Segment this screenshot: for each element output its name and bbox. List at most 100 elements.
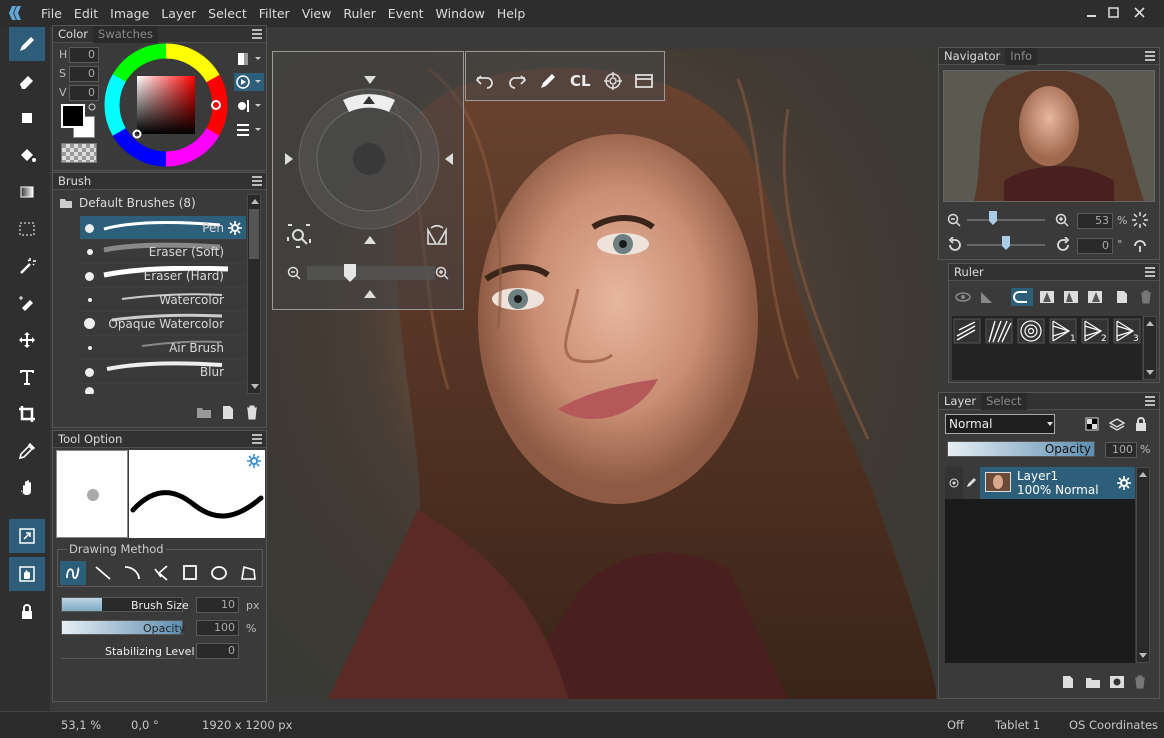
tab-info[interactable]: Info [1005,47,1038,65]
undo-icon[interactable] [476,72,496,90]
ruler-type-perspective-1-icon[interactable] [1039,290,1055,304]
color-mode-button[interactable] [236,51,264,67]
ruler-parallel-button[interactable] [953,318,981,344]
foreground-color-swatch[interactable] [61,104,85,128]
ruler-menu-icon[interactable] [1145,267,1155,277]
scroll-left-arrow-icon[interactable] [283,152,295,166]
tab-swatches[interactable]: Swatches [93,25,158,43]
layer-opacity-slider[interactable]: Opacity [947,441,1095,457]
brush-folder[interactable]: Default Brushes (8) [59,194,196,212]
layer-row[interactable]: Layer1 100% Normal [945,467,1135,499]
reset-zoom-icon[interactable] [1131,211,1149,229]
menu-select[interactable]: Select [202,0,253,27]
layer-menu-icon[interactable] [1145,396,1155,406]
nav-zoom-in-icon[interactable] [1055,213,1069,227]
color-list-button[interactable] [236,122,264,138]
tab-layer[interactable]: Layer [939,393,981,410]
text-tool[interactable] [9,360,45,394]
ruler-type-perspective-3-icon[interactable] [1087,290,1103,304]
swap-colors-icon[interactable] [88,103,96,111]
ellipse-method-button[interactable] [206,561,232,585]
brush-item-opaque-watercolor[interactable]: Opaque Watercolor [80,312,246,336]
rotate-right-icon[interactable] [1055,237,1071,253]
transparent-color-swatch[interactable] [61,143,97,163]
ruler-radial-button[interactable] [985,318,1013,344]
move-tool[interactable] [9,323,45,357]
rectangle-tool[interactable] [9,101,45,135]
ruler-type-perspective-2-icon[interactable] [1063,290,1079,304]
new-layer-folder-icon[interactable] [1085,675,1101,689]
stabilizing-input[interactable]: 0 [196,643,239,659]
rotate-left-icon[interactable] [947,237,963,253]
ruler-perspective-2-button[interactable]: 2 [1081,318,1109,344]
freehand-method-button[interactable] [60,561,86,585]
s-input[interactable]: 0 [69,66,99,82]
rotate-slider-thumb[interactable] [1001,235,1011,251]
zoom-out-icon[interactable] [287,266,301,280]
nav-zoom-input[interactable]: 53 [1077,213,1113,229]
h-input[interactable]: 0 [69,47,99,63]
nav-zoom-slider-thumb[interactable] [988,210,998,226]
layer-visibility-toggle[interactable] [945,467,963,499]
minimize-button[interactable] [1082,4,1102,22]
delete-brush-icon[interactable] [244,404,260,420]
hand-tool[interactable] [9,471,45,505]
zoom-slider-thumb[interactable] [343,263,357,283]
color-panel-menu-icon[interactable] [252,29,262,39]
menu-ruler[interactable]: Ruler [337,0,381,27]
brush-item-air-brush[interactable]: Air Brush [80,336,246,360]
new-brush-icon[interactable] [220,404,236,420]
tab-navigator[interactable]: Navigator [939,48,1005,65]
layer-opacity-input[interactable]: 100 [1105,442,1137,458]
status-off[interactable]: Off [947,712,964,738]
hand-grab-tool[interactable] [9,557,45,591]
color-option-button[interactable] [236,98,264,114]
tab-select[interactable]: Select [981,392,1027,410]
magic-wand-tool[interactable] [9,249,45,283]
menu-filter[interactable]: Filter [253,0,296,27]
scroll-up-arrow-icon[interactable] [363,74,377,86]
ruler-snap-icon[interactable] [979,290,995,304]
line-method-button[interactable] [90,561,116,585]
navigator-menu-icon[interactable] [1145,51,1155,61]
ruler-perspective-3-button[interactable]: 3 [1113,318,1141,344]
brush-item-watercolor[interactable]: Watercolor [80,288,246,312]
layer-stack-icon[interactable] [1109,417,1125,431]
pen-tool[interactable] [9,27,45,61]
new-ruler-icon[interactable] [1115,290,1129,304]
layer-lock-alpha-icon[interactable] [1085,417,1101,431]
selection-tool[interactable] [9,212,45,246]
menu-view[interactable]: View [296,0,338,27]
maximize-button[interactable] [1104,4,1124,22]
gear-icon[interactable] [1117,476,1131,490]
brush-quick-icon[interactable] [538,72,558,90]
tool-option-menu-icon[interactable] [252,434,262,444]
nav-zoom-slider[interactable] [967,219,1045,221]
new-layer-icon[interactable] [1061,675,1075,689]
curve-method-button[interactable] [119,561,145,585]
ruler-concentric-button[interactable] [1017,318,1045,344]
brush-item-eraser-hard[interactable]: Eraser (Hard) [80,264,246,288]
layer-scrollbar[interactable] [1136,467,1150,663]
gradient-tool[interactable] [9,175,45,209]
reset-rotation-icon[interactable] [1131,236,1149,254]
menu-image[interactable]: Image [104,0,155,27]
lock-tool[interactable] [9,595,45,629]
menu-help[interactable]: Help [491,0,532,27]
gear-icon[interactable] [228,221,242,235]
crop-tool[interactable] [9,397,45,431]
layer-mask-icon[interactable] [1109,675,1125,689]
status-tablet[interactable]: Tablet 1 [995,712,1040,738]
target-icon[interactable] [603,72,623,90]
rectangle-method-button[interactable] [177,561,203,585]
nav-zoom-out-icon[interactable] [947,213,961,227]
ruler-scrollbar[interactable] [1143,316,1157,380]
zoom-in-icon[interactable] [435,266,449,280]
delete-layer-icon[interactable] [1133,675,1147,689]
v-input[interactable]: 0 [69,85,99,101]
close-button[interactable] [1130,4,1150,22]
navigator-thumbnail[interactable] [943,70,1155,202]
rotate-input[interactable]: 0 [1077,238,1113,254]
clear-button[interactable]: CL [570,72,591,90]
transform-tool[interactable] [9,519,45,553]
